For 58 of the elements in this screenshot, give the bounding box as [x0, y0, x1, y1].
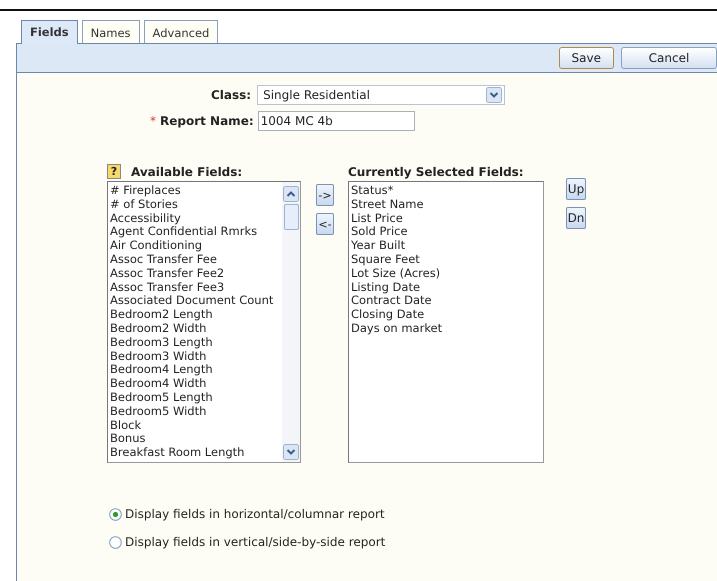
- list-item[interactable]: Bedroom3 Length: [110, 336, 280, 350]
- list-item[interactable]: Bedroom4 Width: [110, 377, 280, 391]
- list-item[interactable]: Sold Price: [351, 225, 541, 240]
- radio-label: Display fields in vertical/side-by-side report: [125, 535, 386, 549]
- list-item[interactable]: Closing Date: [351, 308, 541, 322]
- list-item[interactable]: Status*: [351, 184, 541, 198]
- scroll-thumb[interactable]: [284, 204, 298, 230]
- scroll-down-icon[interactable]: [283, 444, 299, 460]
- list-item[interactable]: Bedroom5 Length: [110, 390, 280, 405]
- radio-button[interactable]: [109, 508, 122, 520]
- cancel-button[interactable]: Cancel: [621, 47, 717, 69]
- report-name-field[interactable]: 1004 MC 4b: [258, 111, 415, 131]
- tab[interactable]: Names: [82, 20, 140, 43]
- move-button[interactable]: <-: [316, 213, 334, 235]
- list-item[interactable]: Breakfast Room Length: [110, 446, 280, 460]
- class-dropdown[interactable]: Single Residential: [257, 85, 506, 105]
- available-fields-list[interactable]: [107, 181, 301, 463]
- move-button[interactable]: ->: [316, 184, 334, 206]
- list-item[interactable]: Bedroom2 Length: [110, 308, 280, 322]
- tab[interactable]: Advanced: [144, 20, 218, 43]
- class-label: Class:: [211, 88, 252, 102]
- list-item[interactable]: # Fireplaces: [110, 184, 280, 198]
- list-item[interactable]: Bedroom5 Width: [110, 404, 280, 419]
- scroll-up-icon[interactable]: [283, 186, 299, 202]
- required-mark: *: [150, 114, 156, 128]
- list-item[interactable]: Contract Date: [351, 294, 541, 308]
- radio-button[interactable]: [109, 536, 122, 548]
- list-item[interactable]: Bonus: [110, 432, 280, 446]
- list-item[interactable]: Agent Confidential Rmrks: [110, 225, 280, 240]
- list-item[interactable]: Street Name: [351, 198, 541, 212]
- radio-label: Display fields in horizontal/columnar report: [125, 507, 385, 521]
- list-item[interactable]: Air Conditioning: [110, 239, 280, 253]
- list-item[interactable]: Lot Size (Acres): [351, 266, 541, 281]
- list-item[interactable]: Days on market: [351, 322, 541, 336]
- order-button[interactable]: Dn: [566, 207, 586, 229]
- list-item[interactable]: Associated Document Count: [110, 294, 280, 308]
- report-name-label: Report Name:: [160, 114, 254, 128]
- selected-fields-label: Currently Selected Fields:: [348, 164, 524, 178]
- list-item[interactable]: Block: [110, 418, 280, 432]
- list-item[interactable]: Bedroom3 Width: [110, 350, 280, 364]
- tab[interactable]: Fields: [21, 20, 78, 44]
- list-item[interactable]: # of Stories: [110, 198, 280, 212]
- save-button[interactable]: Save: [558, 47, 614, 69]
- list-item[interactable]: Assoc Transfer Fee3: [110, 280, 280, 294]
- list-item[interactable]: Year Built: [351, 239, 541, 253]
- selected-fields-list[interactable]: Status* Street Name List Price Sold Price Year Built Square Feet Lot Size (Acres) Listing Date Contract Date Closing Date Days on market: [348, 181, 544, 463]
- list-item[interactable]: Assoc Transfer Fee2: [110, 266, 280, 281]
- list-item[interactable]: Assoc Transfer Fee: [110, 252, 280, 267]
- order-button[interactable]: Up: [566, 178, 586, 200]
- list-item[interactable]: Listing Date: [351, 280, 541, 294]
- list-item[interactable]: Square Feet: [351, 252, 541, 267]
- list-item[interactable]: List Price: [351, 212, 541, 226]
- list-item[interactable]: Bedroom2 Width: [110, 322, 280, 336]
- help-button[interactable]: ?: [107, 164, 121, 179]
- list-item[interactable]: Accessibility: [110, 212, 280, 226]
- scrollbar[interactable]: [282, 182, 300, 462]
- available-fields-label: Available Fields:: [131, 164, 242, 178]
- list-item[interactable]: Bedroom4 Length: [110, 363, 280, 378]
